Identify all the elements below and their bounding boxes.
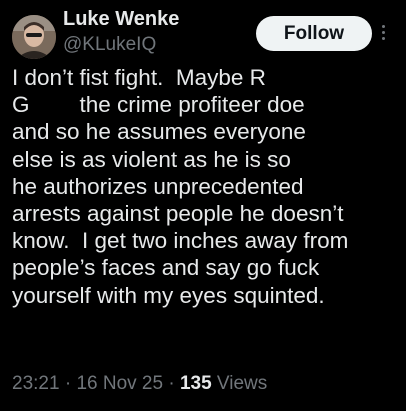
tweet-meta: 23:21 · 16 Nov 25 · 135 Views — [12, 373, 267, 395]
tweet-header: Luke Wenke @KLukeIQ Follow — [12, 8, 396, 59]
meta-separator: · — [59, 373, 77, 394]
tweet-text-line: and so he assumes everyone — [12, 119, 306, 145]
views-count: 135 — [179, 373, 212, 394]
tweet-text-line: yourself with my eyes squinted. — [12, 282, 325, 308]
tweet-text-line: I don’t fist fight. Maybe R — [12, 65, 266, 90]
tweet-text-line: people’s faces and say go fuck — [12, 255, 320, 281]
avatar[interactable] — [12, 15, 56, 59]
more-vertical-icon[interactable] — [378, 22, 388, 46]
tweet-text-line: know. I get two inches away from — [12, 228, 349, 254]
views-label: Views — [211, 373, 268, 394]
tweet-text-line: he authorizes unprecedented — [12, 173, 304, 199]
tweet-text-line: else is as violent as he is so — [12, 146, 291, 172]
follow-button[interactable]: Follow — [256, 16, 372, 51]
author-handle[interactable]: @KLukeIQ — [63, 34, 156, 56]
author-display-name[interactable]: Luke Wenke — [63, 8, 179, 31]
tweet-time[interactable]: 23:21 — [12, 373, 60, 394]
avatar-photo-icon — [12, 15, 56, 59]
tweet-text-line: arrests against people he doesn’t — [12, 200, 344, 226]
tweet-text-line: G the crime profiteer doe — [12, 92, 305, 118]
tweet-date[interactable]: 16 Nov 25 — [76, 373, 163, 394]
meta-separator: · — [163, 373, 180, 394]
tweet-text: I don’t fist fight. Maybe R G the crime … — [12, 64, 398, 309]
